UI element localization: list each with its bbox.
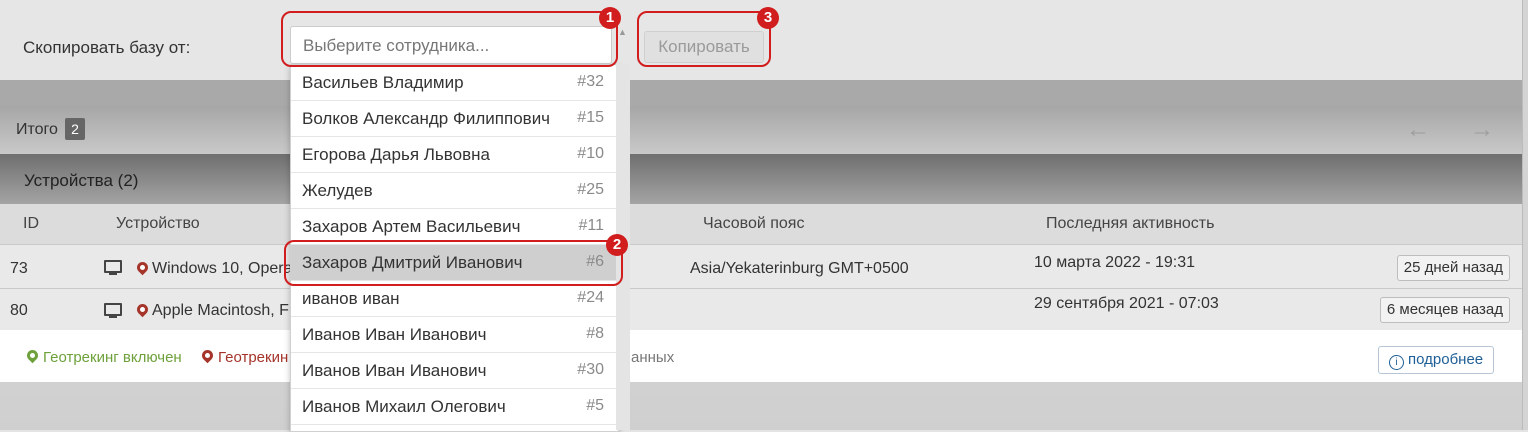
employee-option-id: #10 xyxy=(577,145,604,162)
devices-table-header: ID Устройство Часовой пояс Последняя акт… xyxy=(0,204,1522,244)
employee-option-id: #8 xyxy=(586,325,604,342)
monitor-icon xyxy=(104,303,122,318)
monitor-icon xyxy=(104,260,122,275)
annotation-box-select xyxy=(281,11,618,67)
employee-option-id: #32 xyxy=(577,73,604,90)
activity-ago-badge: 6 месяцев назад xyxy=(1379,297,1510,323)
info-icon: i xyxy=(1389,355,1404,370)
devices-title: Устройства (2) xyxy=(24,171,139,190)
geo-off-pin-icon xyxy=(134,301,151,318)
table-row[interactable]: 73 Windows 10, Opera Asia/Yekaterinburg … xyxy=(0,244,1522,289)
details-button-label: подробнее xyxy=(1408,351,1484,368)
annotation-number: 1 xyxy=(599,7,621,29)
geo-off-pin-icon xyxy=(134,259,151,276)
totals-bar: Итого 2 ← → xyxy=(0,106,1522,154)
next-arrow-icon[interactable]: → xyxy=(1470,116,1494,144)
employee-option[interactable]: Васильев Владимир #32 xyxy=(291,65,618,101)
employee-option-id: #5 xyxy=(586,397,604,414)
legend-bar: Геотрекинг включен Геотрекин анных i подр… xyxy=(0,330,1522,382)
employee-option-id: #11 xyxy=(578,217,604,234)
device-timezone: Asia/Yekaterinburg GMT+0500 xyxy=(690,260,909,277)
employee-option-id: #15 xyxy=(577,109,604,126)
annotation-box-copy-button xyxy=(637,11,771,67)
device-id: 80 xyxy=(10,302,28,319)
page-scrollbar[interactable] xyxy=(1522,0,1528,430)
totals-count-badge: 2 xyxy=(65,118,85,140)
employee-option-name: иванов иван xyxy=(302,289,400,308)
employee-option-name: Васильев Владимир xyxy=(302,73,464,92)
employee-option[interactable]: Желудев #25 xyxy=(291,173,618,209)
annotation-box-option xyxy=(284,240,623,286)
employee-option-name: Иванов Иван Иванович xyxy=(302,361,487,380)
employee-option-name: Захаров Артем Васильевич xyxy=(302,217,521,236)
geo-on-pin-icon xyxy=(24,347,41,364)
employee-option[interactable]: Волков Александр Филиппович #15 xyxy=(291,101,618,137)
column-header-device: Устройство xyxy=(116,215,200,232)
employee-option[interactable]: Иванов Иван Иванович #30 xyxy=(291,353,618,389)
table-row[interactable]: 80 Apple Macintosh, Fi 29 сентября 2021 … xyxy=(0,288,1522,331)
geo-off-pin-icon xyxy=(199,347,216,364)
column-header-timezone: Часовой пояс xyxy=(703,215,805,232)
activity-ago-badge: 25 дней назад xyxy=(1396,255,1510,281)
employee-option[interactable]: Иванов Михаил Олегович #5 xyxy=(291,389,618,425)
prev-arrow-icon[interactable]: ← xyxy=(1406,116,1430,144)
employee-option-name: Желудев xyxy=(302,181,373,200)
employee-option[interactable]: иванов иван #24 xyxy=(291,281,618,317)
employee-option-name: Иванов Иван Иванович xyxy=(302,325,487,344)
employee-option-id: #30 xyxy=(577,361,604,378)
column-header-last-activity: Последняя активность xyxy=(1046,215,1215,232)
employee-option-name: Иванов Михаил Олегович xyxy=(302,397,506,416)
employee-option[interactable]: Иванов Иван Иванович #8 xyxy=(291,317,618,353)
employee-option[interactable]: Егорова Дарья Львовна #10 xyxy=(291,137,618,173)
scroll-up-icon[interactable]: ▲ xyxy=(618,27,627,37)
legend-tail-text: анных xyxy=(631,349,675,366)
separator-band xyxy=(0,80,1522,106)
totals-label: Итого xyxy=(16,121,58,138)
employee-option-name: Егорова Дарья Львовна xyxy=(302,145,490,164)
copy-from-label: Скопировать базу от: xyxy=(23,38,191,57)
employee-option-name: Волков Александр Филиппович xyxy=(302,109,551,128)
annotation-number: 3 xyxy=(757,7,779,29)
employee-option-id: #25 xyxy=(577,181,604,198)
details-button[interactable]: i подробнее xyxy=(1378,346,1495,374)
devices-panel-header: Устройства (2) xyxy=(0,154,1522,204)
annotation-number: 2 xyxy=(606,234,628,256)
device-last-activity: 10 марта 2022 - 19:31 xyxy=(1034,254,1196,271)
column-header-id: ID xyxy=(23,215,39,232)
device-name: Windows 10, Opera xyxy=(152,260,293,277)
employee-option-id: #24 xyxy=(577,289,604,306)
device-name: Apple Macintosh, Fi xyxy=(152,302,293,319)
device-last-activity: 29 сентября 2021 - 07:03 xyxy=(1034,295,1219,312)
legend-geotracking-off: Геотрекин xyxy=(218,349,289,366)
device-id: 73 xyxy=(10,260,28,277)
legend-geotracking-on: Геотрекинг включен xyxy=(43,349,182,366)
